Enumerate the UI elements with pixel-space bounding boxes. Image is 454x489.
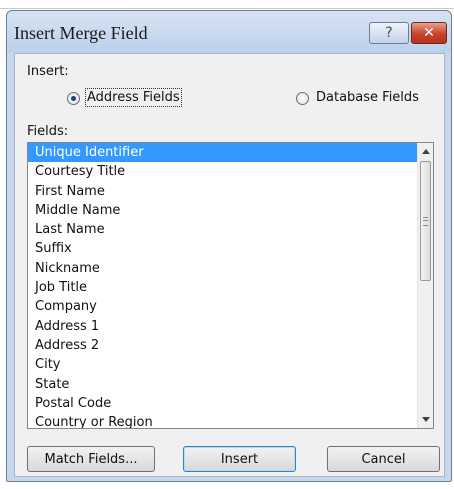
match-fields-button[interactable]: Match Fields... [27, 446, 155, 472]
list-item[interactable]: Country or Region [28, 413, 418, 428]
insert-merge-field-dialog: Insert Merge Field ? ✕ Insert: Address F… [6, 10, 452, 482]
arrow-down-icon[interactable] [422, 417, 430, 422]
help-button[interactable]: ? [369, 22, 409, 44]
list-item[interactable]: Address 2 [28, 336, 418, 355]
list-item[interactable]: First Name [28, 182, 418, 201]
question-mark-icon: ? [385, 25, 393, 41]
list-item[interactable]: Postal Code [28, 394, 418, 413]
fields-list: Unique Identifier Courtesy Title First N… [28, 143, 418, 428]
list-item[interactable]: State [28, 375, 418, 394]
list-item[interactable]: Address 1 [28, 317, 418, 336]
list-item[interactable]: Courtesy Title [28, 162, 418, 181]
list-item[interactable]: Last Name [28, 220, 418, 239]
title-bar[interactable]: Insert Merge Field ? ✕ [7, 11, 451, 53]
list-item[interactable]: Unique Identifier [28, 143, 418, 163]
insert-label: Insert: [27, 64, 69, 79]
database-fields-radio[interactable] [296, 92, 309, 105]
insert-button[interactable]: Insert [183, 446, 296, 472]
fields-label: Fields: [27, 124, 69, 139]
close-icon: ✕ [423, 25, 435, 41]
list-item[interactable]: Job Title [28, 278, 418, 297]
scrollbar-thumb[interactable] [420, 161, 431, 281]
list-item[interactable]: Nickname [28, 259, 418, 278]
database-fields-label[interactable]: Database Fields [316, 90, 419, 105]
address-fields-radio[interactable] [67, 92, 80, 105]
fields-listbox[interactable]: Unique Identifier Courtesy Title First N… [27, 142, 434, 429]
grip-icon [423, 217, 428, 226]
list-item[interactable]: Suffix [28, 239, 418, 258]
background-window-strip [0, 0, 454, 9]
address-fields-label[interactable]: Address Fields [85, 88, 182, 107]
dialog-title: Insert Merge Field [14, 23, 148, 43]
cancel-button[interactable]: Cancel [327, 446, 440, 472]
dialog-body: Insert: Address Fields Database Fields F… [14, 53, 445, 477]
arrow-up-icon[interactable] [422, 149, 430, 154]
list-item[interactable]: Company [28, 297, 418, 316]
close-button[interactable]: ✕ [411, 22, 447, 44]
vertical-scrollbar[interactable] [417, 143, 433, 428]
list-item[interactable]: City [28, 355, 418, 374]
list-item[interactable]: Middle Name [28, 201, 418, 220]
radio-selected-dot [71, 96, 76, 101]
